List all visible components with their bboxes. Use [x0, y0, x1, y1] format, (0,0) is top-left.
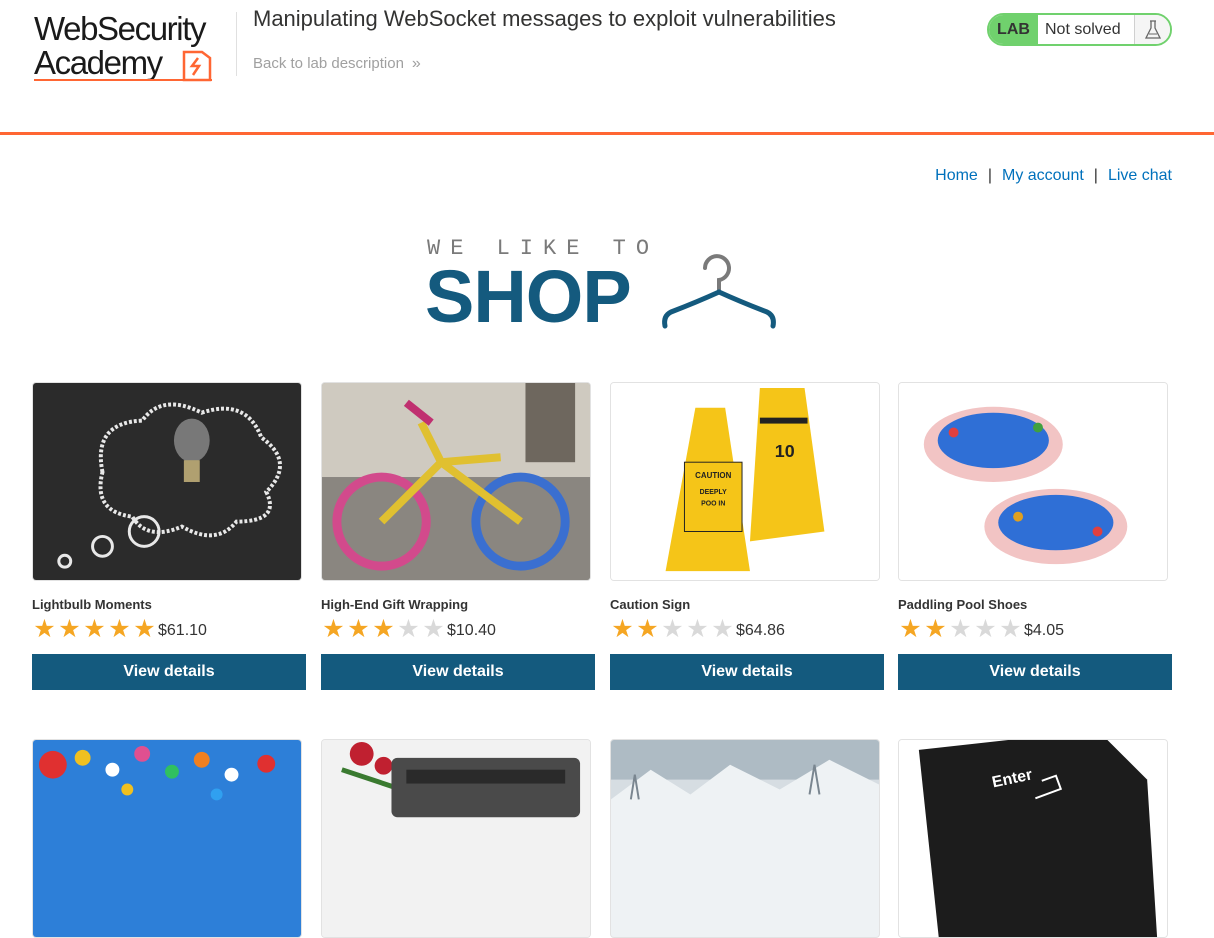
star-empty-icon: ★ — [999, 614, 1022, 643]
star-empty-icon: ★ — [949, 614, 972, 643]
nav-separator: | — [1093, 167, 1098, 184]
product-image-gift-wrapping — [321, 382, 591, 581]
product-price: $64.86 — [736, 622, 785, 639]
star-filled-icon: ★ — [899, 614, 922, 643]
star-rating: ★ ★ ★ ★ ★ — [321, 614, 446, 643]
logo-bolt-icon — [182, 50, 212, 82]
product-name: High-End Gift Wrapping — [321, 597, 469, 612]
nav-live-chat-link[interactable]: Live chat — [1108, 167, 1172, 184]
flask-icon — [1134, 15, 1170, 44]
product-image-snowy-landscape — [610, 739, 880, 938]
star-filled-icon: ★ — [133, 614, 156, 643]
coat-hanger-icon — [662, 254, 776, 329]
star-empty-icon: ★ — [711, 614, 734, 643]
lab-badge: LAB — [989, 15, 1038, 44]
star-filled-icon: ★ — [322, 614, 345, 643]
nav-home-link[interactable]: Home — [935, 167, 978, 184]
back-to-lab-description-link[interactable]: Back to lab description » — [253, 55, 421, 73]
product-price: $10.40 — [447, 622, 496, 639]
svg-text:10: 10 — [775, 441, 795, 461]
double-chevron-right-icon: » — [411, 55, 421, 72]
star-empty-icon: ★ — [974, 614, 997, 643]
svg-text:CAUTION: CAUTION — [695, 471, 731, 480]
star-filled-icon: ★ — [347, 614, 370, 643]
star-filled-icon: ★ — [108, 614, 131, 643]
product-image-enter-key: Enter — [898, 739, 1168, 938]
view-details-button[interactable]: View details — [610, 654, 884, 690]
star-filled-icon: ★ — [83, 614, 106, 643]
product-price: $61.10 — [158, 622, 207, 639]
star-rating: ★ ★ ★ ★ ★ — [898, 614, 1023, 643]
logo-text-line2: Academy — [34, 44, 163, 81]
product-image-paddling-pools — [898, 382, 1168, 581]
star-filled-icon: ★ — [611, 614, 634, 643]
svg-text:POO IN: POO IN — [701, 501, 725, 508]
star-rating: ★ ★ ★ ★ ★ — [610, 614, 735, 643]
shop-banner: WE LIKE TO SHOP — [425, 236, 785, 336]
nav-my-account-link[interactable]: My account — [1002, 167, 1084, 184]
star-filled-icon: ★ — [33, 614, 56, 643]
logo-underline — [34, 79, 212, 81]
view-details-button[interactable]: View details — [321, 654, 595, 690]
product-image-caution-sign: CAUTION DEEPLY POO IN 10 — [610, 382, 880, 581]
star-filled-icon: ★ — [372, 614, 395, 643]
product-image-lightbulb — [32, 382, 302, 581]
header-divider — [236, 12, 237, 76]
shop-nav: Home | My account | Live chat — [935, 167, 1172, 185]
star-filled-icon: ★ — [924, 614, 947, 643]
product-name: Lightbulb Moments — [32, 597, 152, 612]
star-empty-icon: ★ — [397, 614, 420, 643]
star-empty-icon: ★ — [686, 614, 709, 643]
lab-title: Manipulating WebSocket messages to explo… — [253, 6, 836, 31]
star-empty-icon: ★ — [661, 614, 684, 643]
nav-separator: | — [987, 167, 992, 184]
product-name: Caution Sign — [610, 597, 691, 612]
web-security-academy-logo[interactable]: WebSecurity Academy — [34, 12, 234, 84]
academy-header: WebSecurity Academy Manipulating WebSock… — [0, 0, 1214, 135]
svg-text:DEEPLY: DEEPLY — [700, 489, 727, 496]
product-image-balloons — [32, 739, 302, 938]
view-details-button[interactable]: View details — [898, 654, 1172, 690]
star-filled-icon: ★ — [58, 614, 81, 643]
product-image-typewriter — [321, 739, 591, 938]
lab-status-text: Not solved — [1045, 20, 1121, 38]
lab-status-widget: LAB Not solved — [987, 13, 1172, 46]
star-empty-icon: ★ — [422, 614, 445, 643]
logo-text-line1: WebSecurity — [34, 10, 206, 47]
banner-title: SHOP — [425, 255, 632, 338]
back-link-label: Back to lab description — [253, 55, 404, 72]
view-details-button[interactable]: View details — [32, 654, 306, 690]
star-rating: ★ ★ ★ ★ ★ — [32, 614, 157, 643]
product-name: Paddling Pool Shoes — [898, 597, 1028, 612]
star-filled-icon: ★ — [636, 614, 659, 643]
product-price: $4.05 — [1024, 622, 1065, 639]
